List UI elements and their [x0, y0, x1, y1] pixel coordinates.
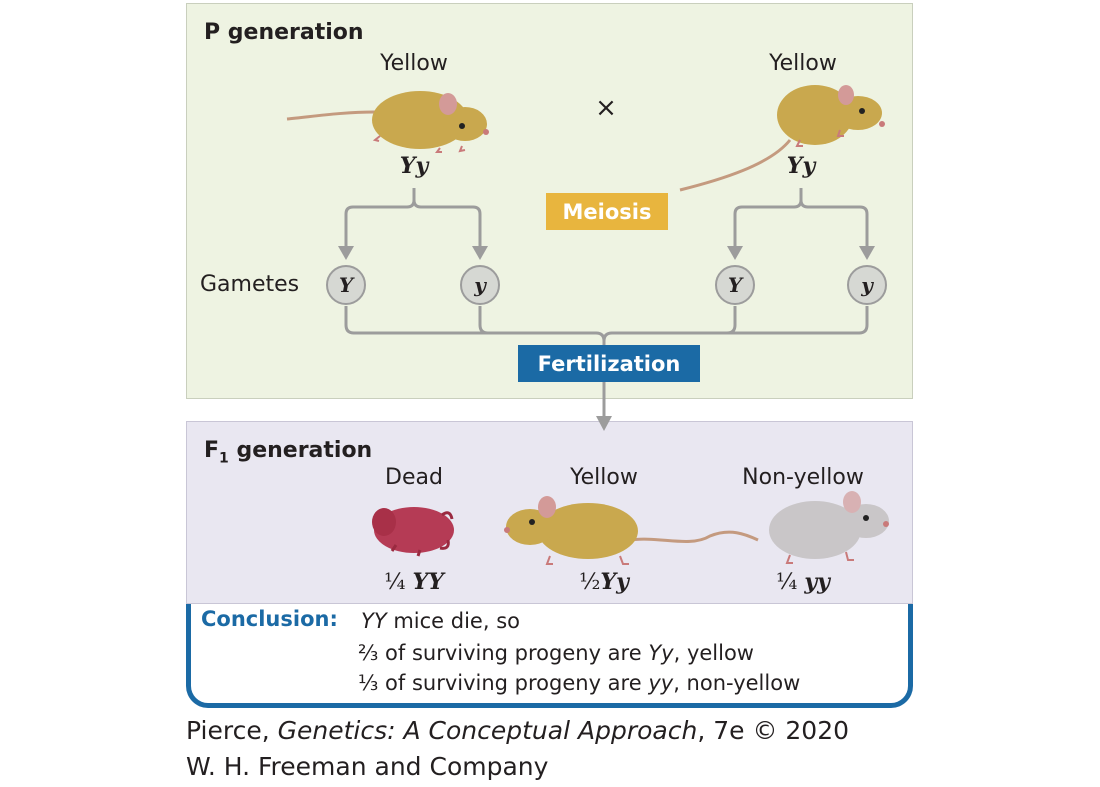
credit-publisher: W. H. Freeman and Company [186, 752, 549, 781]
left-parent-phenotype: Yellow [380, 51, 448, 76]
left-meiosis-bracket [344, 188, 416, 248]
conclusion-line-1: YY mice die, so [361, 609, 520, 633]
right-meiosis-bracket [733, 188, 803, 248]
dead-phenotype: Dead [385, 465, 443, 490]
gamete-circle: Y [715, 265, 755, 305]
right-parent-genotype: Yy [786, 153, 816, 179]
left-yellow-mouse [286, 91, 489, 153]
yellow-phenotype: Yellow [570, 465, 638, 490]
cross-symbol: × [595, 93, 617, 123]
gamete-circle: y [847, 265, 887, 305]
fertilization-bracket [344, 306, 606, 345]
credit-line-1: Pierce, Genetics: A Conceptual Approach,… [186, 716, 850, 745]
nonyellow-phenotype: Non-yellow [742, 465, 864, 490]
meiosis-label: Meiosis [546, 193, 668, 230]
dead-ratio: ¼ YY [384, 569, 444, 595]
f1-nonyellow-mouse [769, 491, 889, 564]
gametes-label: Gametes [200, 272, 300, 297]
fertilization-label: Fertilization [518, 345, 700, 382]
yellow-ratio: ½Yy [579, 569, 629, 595]
conclusion-heading: Conclusion: [201, 607, 338, 631]
to-f1-arrowhead [596, 416, 612, 431]
f1-generation-title: F1 generation [204, 438, 373, 467]
dead-mouse-embryo [372, 507, 454, 557]
nonyellow-ratio: ¼ yy [776, 569, 830, 595]
left-parent-genotype: Yy [399, 153, 429, 179]
conclusion-line-2: ⅔ of surviving progeny are Yy, yellow [358, 641, 754, 665]
p-generation-title: P generation [204, 20, 364, 45]
right-parent-phenotype: Yellow [769, 51, 837, 76]
gamete-circle: y [460, 265, 500, 305]
gamete-circle: Y [326, 265, 366, 305]
f1-yellow-mouse [504, 496, 759, 565]
conclusion-line-3: ⅓ of surviving progeny are yy, non-yello… [358, 671, 801, 695]
